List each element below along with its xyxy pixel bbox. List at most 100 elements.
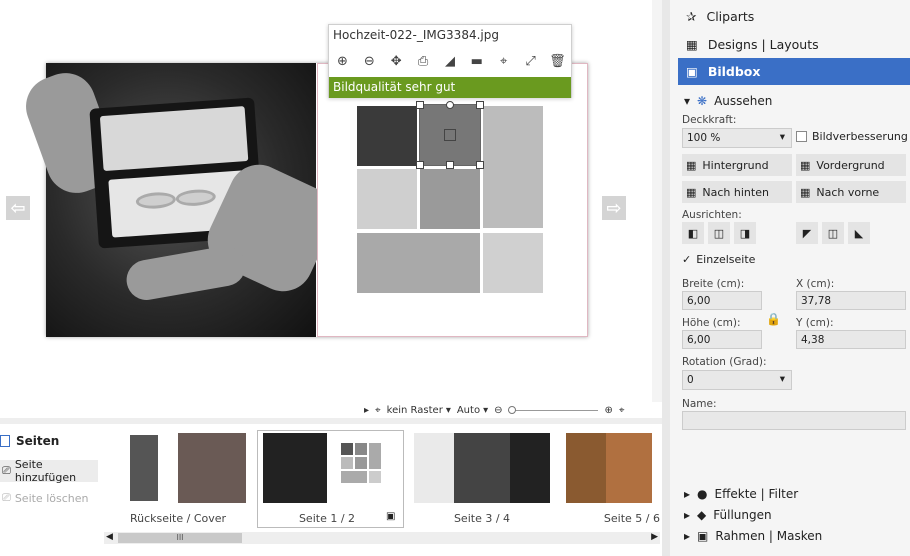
delete-icon[interactable]: 🗑 (547, 54, 567, 69)
checkbox-box[interactable] (796, 131, 807, 142)
single-page-checkbox[interactable]: ✓ Einzelseite (682, 253, 755, 266)
rotation-select[interactable]: 0 ▾ (682, 370, 792, 390)
replace-icon[interactable]: ⎙ (413, 54, 433, 69)
zoom-in-icon[interactable]: ⊕ (604, 405, 612, 416)
page-thumbnail[interactable] (414, 433, 550, 503)
chevron-right-icon: ▸ (684, 508, 691, 522)
delete-page-button[interactable]: ⎚ Seite löschen (0, 487, 98, 509)
background-button[interactable]: ▦ Hintergrund (682, 154, 792, 176)
delete-page-icon: ⎚ (2, 491, 11, 504)
nav-cliparts[interactable]: ✰ Cliparts (678, 3, 910, 30)
next-page-arrow-icon[interactable]: ⇨ (602, 196, 626, 220)
layer-fg-icon: ▦ (800, 158, 811, 172)
add-page-icon: ⎚ (2, 464, 11, 477)
add-page-button[interactable]: ⎚ Seite hinzufügen (0, 458, 98, 484)
page-thumbnail[interactable] (566, 433, 652, 503)
x-label: X (cm): (796, 278, 835, 290)
flip-icon[interactable]: ◢ (440, 54, 460, 69)
align-left-icon[interactable]: ◧ (682, 222, 704, 244)
width-input[interactable]: 6,00 (682, 291, 762, 310)
height-label: Höhe (cm): (682, 317, 741, 329)
hand-shape (123, 242, 249, 304)
photo-tile[interactable] (357, 106, 417, 166)
section-effects[interactable]: ▸ ● Effekte | Filter (684, 487, 798, 501)
selection-frame[interactable] (416, 101, 484, 169)
photo-tile[interactable] (420, 169, 480, 229)
opacity-select[interactable]: 100 % ▾ (682, 128, 792, 148)
frame-icon: ▣ (697, 529, 709, 543)
chevron-right-icon: ▸ (684, 487, 691, 501)
rotation-label: Rotation (Grad): (682, 356, 767, 368)
scroll-right-icon[interactable]: ▶ (651, 532, 658, 542)
zoom-select[interactable]: Auto ▾ (457, 405, 488, 416)
nav-bildbox[interactable]: ▣ Bildbox (678, 58, 910, 85)
zoom-slider[interactable] (508, 405, 599, 414)
page-thumbnail-selected[interactable] (263, 433, 391, 503)
chevron-down-icon: ▾ (779, 373, 785, 385)
move-icon[interactable]: ✥ (386, 54, 406, 69)
photo-tile[interactable] (483, 106, 543, 228)
height-input[interactable]: 6,00 (682, 330, 762, 349)
image-filename: Hochzeit-022-_IMG3384.jpg (333, 28, 499, 42)
section-frames[interactable]: ▸ ▣ Rahmen | Masken (684, 529, 822, 543)
fit-icon[interactable]: ⤢ (521, 54, 541, 69)
width-label: Breite (cm): (682, 278, 745, 290)
cliparts-icon: ✰ (686, 9, 697, 24)
section-aussehen[interactable]: ▾ ❋ Aussehen (684, 94, 772, 108)
layouts-icon: ▦ (686, 37, 698, 52)
chevron-down-icon: ▾ (779, 131, 785, 143)
page-thumbnail-label: Seite 3 / 4 (453, 512, 511, 525)
enhance-checkbox[interactable]: Bildverbesserung (796, 130, 908, 143)
pages-horizontal-scrollbar[interactable]: ◀ III ▶ (104, 532, 660, 544)
chevron-down-icon: ▾ (684, 94, 691, 108)
lock-icon[interactable]: 🔒 (766, 312, 781, 326)
zoom-bar: ▸ ⌖ kein Raster ▾ Auto ▾ ⊖ ⊕ ⌖ (360, 402, 662, 418)
properties-panel: ✰ Cliparts ▦ Designs | Layouts ▣ Bildbox… (662, 0, 910, 556)
align-label: Ausrichten: (682, 209, 742, 221)
page-options-icon[interactable]: ▣ (386, 511, 395, 522)
photo-tile[interactable] (357, 169, 417, 229)
page-thumbnail[interactable] (110, 433, 246, 503)
image-icon: ▣ (686, 64, 698, 79)
photo-tile[interactable] (483, 233, 543, 293)
pages-title: Seiten (16, 434, 60, 448)
page-thumbnail-label: Seite 1 / 2 (298, 512, 356, 525)
opacity-label: Deckkraft: (682, 114, 737, 126)
section-fills[interactable]: ▸ ◆ Füllungen (684, 508, 772, 522)
grid-select[interactable]: kein Raster ▾ (387, 405, 451, 416)
photo-tile[interactable] (357, 233, 480, 293)
prev-page-arrow-icon[interactable]: ⇦ (6, 196, 30, 220)
zoom-in-icon[interactable]: ⊕ (332, 54, 352, 69)
check-icon[interactable]: ✓ (682, 253, 691, 266)
sparkle-icon: ❋ (697, 94, 708, 108)
name-label: Name: (682, 398, 717, 410)
align-right-icon[interactable]: ◨ (734, 222, 756, 244)
center-move-icon (444, 129, 456, 141)
scrollbar-thumb[interactable]: III (118, 533, 242, 543)
grid-icon: ⌖ (375, 404, 381, 416)
ring-box-photo[interactable] (17, 63, 345, 337)
align-center-h-icon[interactable]: ◫ (708, 222, 730, 244)
y-label: Y (cm): (796, 317, 834, 329)
send-backward-button[interactable]: ▦ Nach hinten (682, 181, 792, 203)
chevron-right-icon: ▸ (684, 529, 691, 543)
y-input[interactable]: 4,38 (796, 330, 906, 349)
zoom-fit-icon[interactable]: ⌖ (619, 405, 625, 416)
send-back-icon: ▦ (686, 185, 697, 199)
foreground-button[interactable]: ▦ Vordergrund (796, 154, 906, 176)
crop-icon[interactable]: ⌖ (494, 54, 514, 69)
canvas-vertical-scrollbar[interactable] (652, 0, 662, 402)
name-input[interactable] (682, 411, 906, 430)
align-icon[interactable]: ▬ (467, 54, 487, 69)
align-bottom-icon[interactable]: ◣ (848, 222, 870, 244)
align-center-v-icon[interactable]: ◫ (822, 222, 844, 244)
scroll-left-icon[interactable]: ◀ (106, 532, 113, 542)
zoom-out-icon[interactable]: ⊖ (494, 405, 502, 416)
x-input[interactable]: 37,78 (796, 291, 906, 310)
bring-forward-button[interactable]: ▦ Nach vorne (796, 181, 906, 203)
nav-designs-layouts[interactable]: ▦ Designs | Layouts (678, 31, 910, 58)
align-top-icon[interactable]: ◤ (796, 222, 818, 244)
zoom-out-icon[interactable]: ⊖ (359, 54, 379, 69)
page-thumbnail-label: Rückseite / Cover (129, 512, 227, 525)
play-icon: ▸ (364, 404, 370, 416)
